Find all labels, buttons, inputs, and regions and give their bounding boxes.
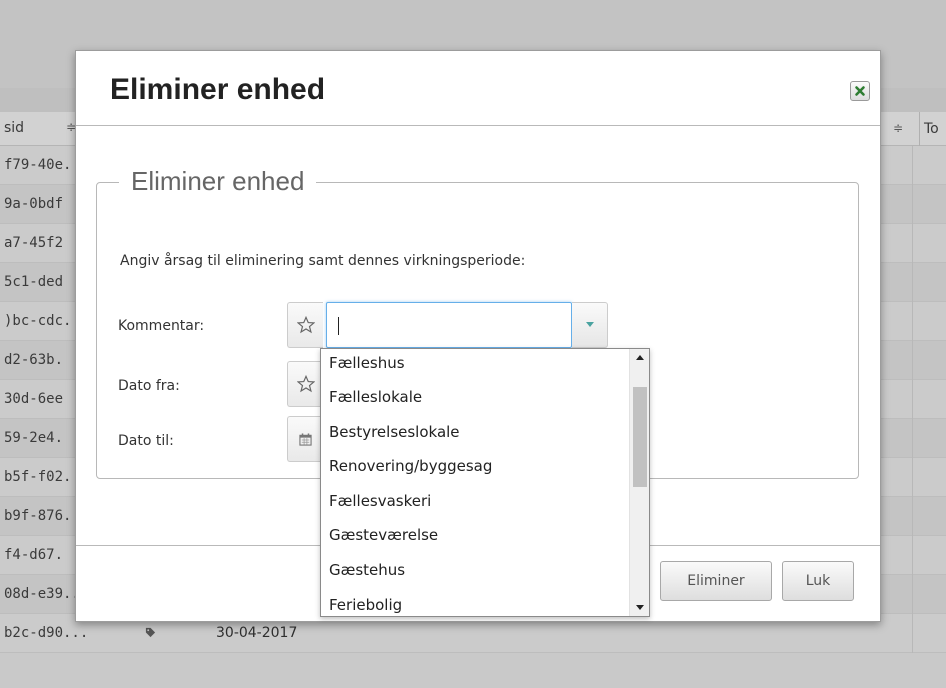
scroll-up-icon xyxy=(635,355,644,360)
column-header-to: To xyxy=(919,112,939,146)
date-cell: 30-04-2017 xyxy=(216,625,298,641)
dato-til-label: Dato til: xyxy=(118,433,174,449)
column-header-sid: sid xyxy=(4,120,25,136)
dato-til-calendar-button[interactable] xyxy=(287,416,323,462)
option-item[interactable]: Renovering/byggesag xyxy=(321,449,629,484)
tag-icon xyxy=(145,627,156,638)
option-item[interactable]: Gæsteværelse xyxy=(321,518,629,553)
dato-fra-favorite-button[interactable] xyxy=(287,361,323,407)
dialog-title: Eliminer enhed xyxy=(110,73,326,106)
sort-icon: ≑ xyxy=(893,121,904,135)
scrollbar-thumb[interactable] xyxy=(633,387,647,487)
id-cell: 5c1-ded xyxy=(4,274,64,290)
id-cell: f4-d67. xyxy=(4,547,64,563)
id-cell: b9f-876. xyxy=(4,508,72,524)
eliminer-button[interactable]: Eliminer xyxy=(660,561,772,601)
close-button[interactable] xyxy=(850,81,870,101)
option-item[interactable]: Fælleslokale xyxy=(321,380,629,415)
option-item[interactable]: Fællesvaskeri xyxy=(321,484,629,519)
kommentar-options-list[interactable]: Fælleshus Fælleslokale Bestyrelseslokale… xyxy=(320,348,650,617)
instruction-text: Angiv årsag til eliminering samt dennes … xyxy=(120,253,526,269)
id-cell: )bc-cdc. xyxy=(4,313,72,329)
option-item[interactable]: Bestyrelseslokale xyxy=(321,415,629,450)
id-cell: b5f-f02. xyxy=(4,469,72,485)
kommentar-favorite-button[interactable] xyxy=(287,302,323,348)
id-cell: d2-63b. xyxy=(4,352,64,368)
dropdown-scrollbar[interactable] xyxy=(629,349,649,616)
kommentar-dropdown-toggle[interactable] xyxy=(572,302,608,348)
id-cell: a7-45f2 xyxy=(4,235,64,251)
id-cell: b2c-d90... xyxy=(4,625,89,641)
header-divider xyxy=(76,125,880,126)
chevron-down-icon xyxy=(585,322,594,327)
calendar-icon xyxy=(299,432,312,446)
id-cell: 9a-0bdf xyxy=(4,196,64,212)
option-item[interactable]: Fælleshus xyxy=(321,349,629,380)
luk-button[interactable]: Luk xyxy=(782,561,854,601)
star-icon xyxy=(296,375,315,393)
option-item[interactable]: Feriebolig xyxy=(321,588,629,616)
id-cell: f79-40e. xyxy=(4,157,72,173)
id-cell: 30d-6ee xyxy=(4,391,64,407)
scroll-down-icon xyxy=(635,605,644,610)
id-cell: 59-2e4. xyxy=(4,430,64,446)
scroll-down-button[interactable] xyxy=(630,599,649,616)
star-icon xyxy=(296,316,315,334)
options-list: Fælleshus Fælleslokale Bestyrelseslokale… xyxy=(321,349,629,616)
dato-fra-label: Dato fra: xyxy=(118,378,180,394)
fieldset-legend: Eliminer enhed xyxy=(119,166,317,197)
kommentar-label: Kommentar: xyxy=(118,318,205,334)
close-icon xyxy=(855,86,865,96)
option-item[interactable]: Gæstehus xyxy=(321,553,629,588)
text-caret xyxy=(338,317,339,335)
kommentar-input[interactable] xyxy=(326,302,572,348)
scroll-up-button[interactable] xyxy=(630,349,649,366)
